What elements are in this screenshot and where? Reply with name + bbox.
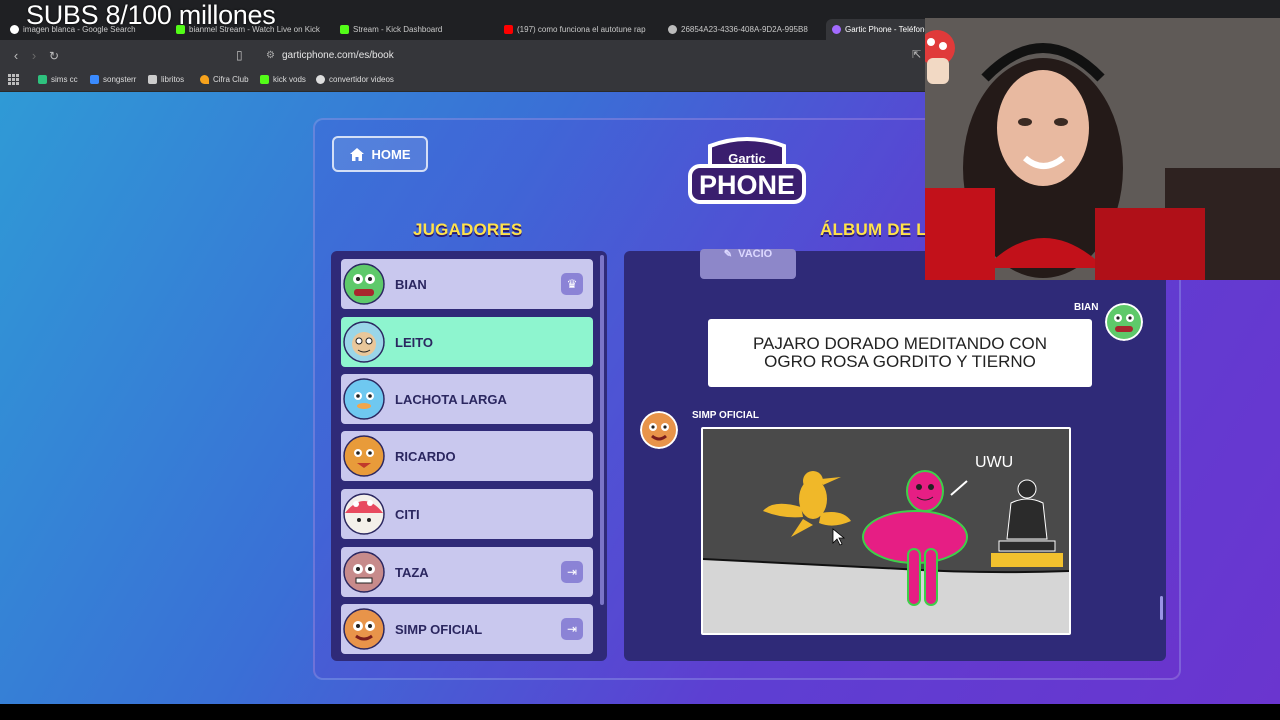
- drawing-text-uwu: UWU: [975, 454, 1013, 471]
- bookmark-icon[interactable]: ▯: [236, 48, 243, 62]
- players-scrollbar[interactable]: [600, 255, 604, 605]
- bookmark-songsterr[interactable]: songsterr: [90, 75, 136, 84]
- player-row-citi[interactable]: CITI: [341, 489, 593, 539]
- url-field[interactable]: ⚙ garticphone.com/es/book: [262, 45, 922, 67]
- simp-avatar: [640, 411, 678, 449]
- bookmark-icon: [260, 75, 269, 84]
- exit-icon: ⇥: [561, 561, 583, 583]
- bookmark-cifraclub[interactable]: Cifra Club: [200, 75, 249, 84]
- drawing-image: UWU: [703, 429, 1069, 633]
- share-icon[interactable]: ⇱: [912, 48, 921, 61]
- gartic-icon: [832, 25, 841, 34]
- bookmark-icon: [316, 75, 325, 84]
- globe-icon: [668, 24, 677, 34]
- crown-icon: ♛: [561, 273, 583, 295]
- bookmark-libritos[interactable]: libritos: [148, 75, 184, 84]
- bookmark-icon: [90, 75, 99, 84]
- album-scrollbar[interactable]: [1160, 596, 1163, 620]
- player-avatar: [343, 493, 385, 535]
- home-icon: [349, 147, 364, 161]
- browser-tab-active[interactable]: Gartic Phone - Teléfono: [826, 19, 930, 40]
- logo-text-top: Gartic: [728, 151, 766, 166]
- bottom-letterbox: [0, 704, 1280, 720]
- bookmark-icon: [200, 75, 209, 84]
- gartic-phone-logo: Gartic PHONE: [688, 137, 806, 204]
- bookmark-sims[interactable]: sims cc: [38, 75, 78, 84]
- browser-tab-3[interactable]: Stream - Kick Dashboard: [340, 21, 490, 37]
- kick-icon: [340, 24, 349, 34]
- player-row-lachota[interactable]: LACHOTA LARGA: [341, 374, 593, 424]
- bookmark-convertidor[interactable]: convertidor videos: [316, 75, 394, 84]
- browser-tab-4[interactable]: (197) como funciona el autotune rap: [504, 21, 654, 37]
- album-title: ÁLBUM DE L: [820, 220, 927, 239]
- apps-grid-icon[interactable]: [8, 74, 19, 85]
- back-icon[interactable]: ‹: [8, 48, 24, 64]
- google-icon: [10, 24, 19, 34]
- players-title: JUGADORES: [413, 220, 523, 239]
- streamer-webcam-image: [925, 18, 1280, 280]
- home-button[interactable]: HOME: [332, 136, 428, 172]
- stream-overlay-title: SUBS 8/100 millones: [26, 0, 276, 30]
- player-row-leito[interactable]: LEITO: [341, 317, 593, 367]
- player-avatar: [343, 608, 385, 650]
- player-row-bian[interactable]: BIAN ♛: [341, 259, 593, 309]
- exit-icon: ⇥: [561, 618, 583, 640]
- player-row-ricardo[interactable]: RICARDO: [341, 431, 593, 481]
- player-avatar: [343, 263, 385, 305]
- bookmark-icon: [148, 75, 157, 84]
- bian-avatar: [1105, 303, 1143, 341]
- browser-tab-5[interactable]: 26854A23-4336-408A-9D2A-995B8: [668, 21, 816, 37]
- player-avatar: [343, 435, 385, 477]
- phrase-card: PAJARO DORADO MEDITANDO CON OGRO ROSA GO…: [708, 319, 1092, 387]
- reload-icon[interactable]: ↻: [46, 48, 62, 64]
- players-panel: BIAN ♛ LEITO LACHOTA LARGA RICARDO CITI …: [331, 251, 607, 661]
- pencil-icon: ✎: [723, 249, 733, 260]
- bookmark-kickvods[interactable]: kick vods: [260, 75, 306, 84]
- bookmark-icon: [38, 75, 47, 84]
- phrase-line-2: OGRO ROSA GORDITO Y TIERNO: [764, 352, 1036, 371]
- text-author-label: BIAN: [1074, 302, 1099, 313]
- site-info-icon[interactable]: ⚙: [266, 45, 275, 67]
- logo-text-bottom: PHONE: [699, 170, 795, 200]
- player-avatar: [343, 321, 385, 363]
- webcam-overlay: [925, 18, 1280, 280]
- phrase-line-1: PAJARO DORADO MEDITANDO CON: [752, 334, 1048, 353]
- screen: imagen blanca - Google Search bianmel St…: [0, 0, 1280, 720]
- player-avatar: [343, 551, 385, 593]
- player-avatar: [343, 378, 385, 420]
- forward-icon[interactable]: ›: [26, 48, 42, 64]
- player-row-simp[interactable]: SIMP OFICIAL ⇥: [341, 604, 593, 654]
- drawing-author-label: SIMP OFICIAL: [692, 410, 760, 421]
- vacio-button[interactable]: ✎ VACIO: [700, 249, 796, 279]
- drawing-canvas: UWU: [701, 427, 1071, 635]
- youtube-icon: [504, 24, 513, 34]
- player-row-taza[interactable]: TAZA ⇥: [341, 547, 593, 597]
